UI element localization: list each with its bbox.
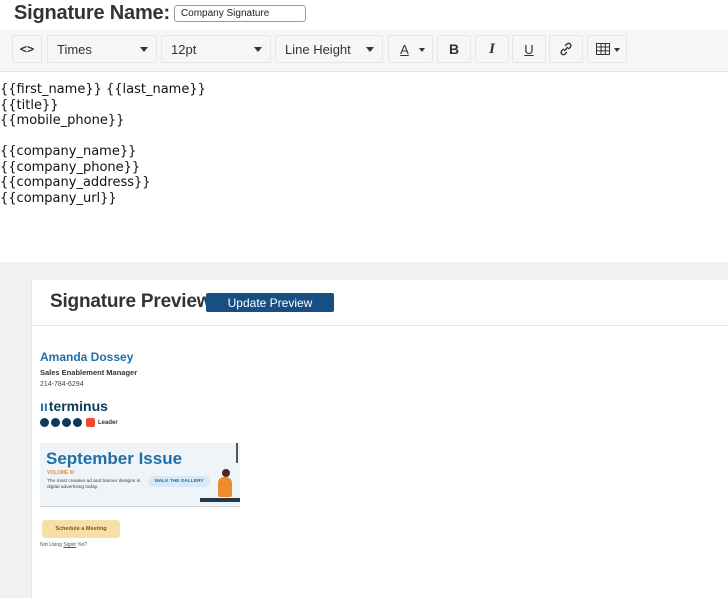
italic-button[interactable]: I	[475, 35, 509, 63]
editor-line: {{company_address}}	[0, 175, 151, 190]
code-icon: <>	[19, 42, 35, 56]
footer-suffix: Yet?	[76, 542, 88, 548]
preview-header: Signature Preview Update Preview	[32, 280, 728, 326]
underline-button[interactable]: U	[512, 35, 546, 63]
font-color-icon: A	[400, 41, 409, 57]
code-view-button[interactable]: <>	[12, 35, 42, 63]
link-button[interactable]	[549, 35, 583, 63]
preview-title: Signature Preview	[50, 291, 212, 312]
update-preview-button[interactable]: Update Preview	[206, 293, 334, 312]
linkedin-icon[interactable]	[51, 418, 60, 427]
twitter-icon[interactable]	[40, 418, 49, 427]
editor-line: {{mobile_phone}}	[0, 113, 125, 128]
italic-icon: I	[489, 40, 495, 57]
person-illustration-body	[218, 477, 232, 497]
editor-line: {{first_name}} {{last_name}}	[0, 82, 206, 97]
company-logo-text: terminus	[48, 398, 108, 414]
chevron-down-icon	[614, 48, 620, 52]
signature-editor[interactable]: {{first_name}} {{last_name}} {{title}} {…	[0, 82, 728, 206]
editor-toolbar: <> Times 12pt Line Height A B I U	[0, 30, 728, 72]
person-illustration-icon	[222, 469, 230, 477]
g2-badge-icon[interactable]	[86, 418, 95, 427]
schedule-meeting-button[interactable]: Schedule a Meeting	[42, 520, 120, 538]
editor-line: {{company_url}}	[0, 190, 117, 206]
font-size-select[interactable]: 12pt	[161, 35, 271, 63]
preview-phone: 214-784-6294	[40, 381, 84, 388]
signature-preview-card: Signature Preview Update Preview Amanda …	[31, 280, 728, 598]
social-icons: Leader	[40, 418, 118, 427]
table-icon	[596, 43, 610, 55]
bold-icon: B	[448, 41, 460, 57]
instagram-icon[interactable]	[62, 418, 71, 427]
font-color-button[interactable]: A	[388, 35, 433, 63]
font-family-value: Times	[57, 41, 92, 57]
chevron-down-icon	[140, 47, 148, 52]
desk-illustration	[200, 498, 240, 502]
chevron-down-icon	[419, 48, 425, 52]
bold-button[interactable]: B	[437, 35, 471, 63]
promo-banner[interactable]: September Issue VOLUME III The most crea…	[40, 443, 240, 507]
underline-icon: U	[524, 41, 534, 57]
signature-name-row: Signature Name:	[14, 2, 306, 24]
banner-description: The most creative ad and banner designs …	[47, 479, 141, 490]
line-height-select[interactable]: Line Height	[275, 35, 383, 63]
signature-name-label: Signature Name:	[14, 1, 170, 24]
footer-note: Not Using Sigstr Yet?	[40, 542, 87, 548]
editor-line: {{company_name}}	[0, 144, 137, 159]
table-button[interactable]	[587, 35, 627, 63]
company-logo[interactable]: ıı terminus	[40, 398, 108, 414]
link-icon	[560, 42, 572, 56]
line-height-value: Line Height	[285, 41, 351, 57]
editor-line: {{title}}	[0, 97, 59, 113]
chevron-down-icon	[366, 47, 374, 52]
editor-line: {{company_phone}}	[0, 159, 141, 175]
banner-decoration	[236, 443, 238, 463]
preview-person-name: Amanda Dossey	[40, 350, 134, 364]
font-size-value: 12pt	[171, 41, 197, 57]
sigstr-link[interactable]: Sigstr	[63, 542, 76, 548]
banner-cta-button[interactable]: WALK THE GALLERY	[148, 476, 210, 487]
font-family-select[interactable]: Times	[47, 35, 157, 63]
banner-volume: VOLUME III	[47, 470, 74, 476]
preview-job-title: Sales Enablement Manager	[40, 368, 138, 377]
badge-label: Leader	[98, 419, 118, 426]
facebook-icon[interactable]	[73, 418, 82, 427]
terminus-logo-icon: ıı	[40, 398, 48, 414]
banner-title: September Issue	[46, 449, 183, 468]
signature-name-input[interactable]	[173, 4, 306, 22]
chevron-down-icon	[254, 47, 262, 52]
footer-text: Not Using	[40, 542, 64, 548]
